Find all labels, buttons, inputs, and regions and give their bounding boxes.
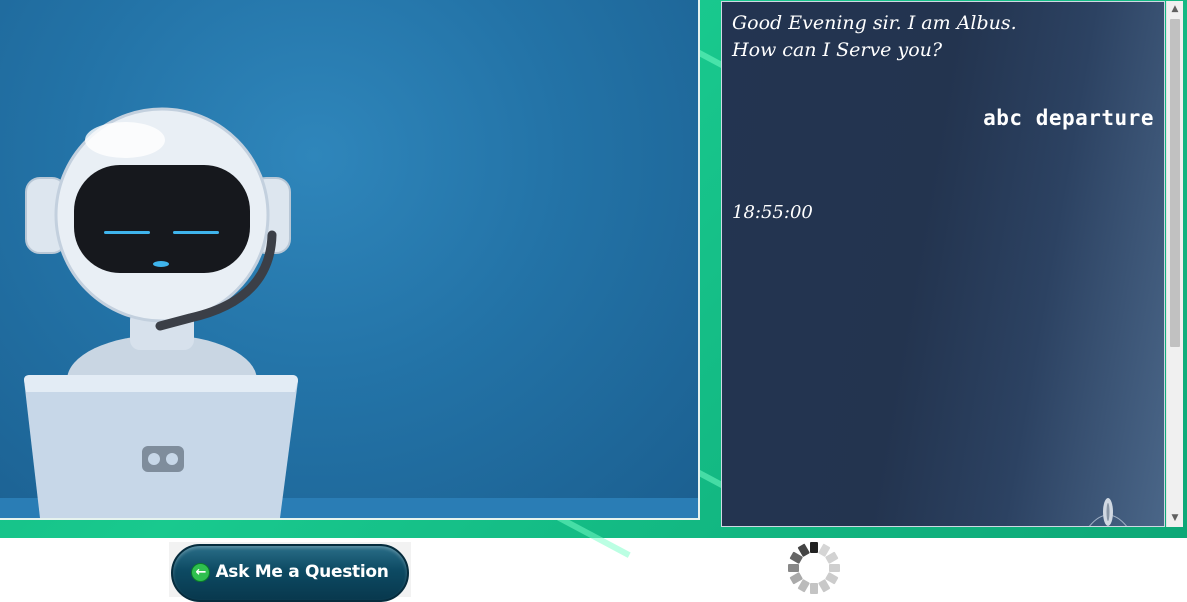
robot-scene (0, 0, 700, 520)
rocket-icon (1089, 498, 1127, 526)
bot-greeting-message: Good Evening sir. I am Albus. How can I … (732, 10, 1092, 64)
loading-spinner-icon (788, 542, 840, 594)
ask-button-container: ← Ask Me a Question (169, 542, 411, 602)
chat-scrollbar[interactable]: ▲ ▼ (1166, 1, 1183, 527)
arrow-left-icon: ← (191, 563, 211, 582)
scroll-up-icon[interactable]: ▲ (1167, 1, 1183, 18)
robot-illustration (24, 107, 298, 518)
greeting-line-1: Good Evening sir. I am Albus. (732, 12, 1017, 34)
chat-panel[interactable]: Good Evening sir. I am Albus. How can I … (721, 1, 1165, 527)
bot-reply-message: 18:55:00 (732, 202, 813, 223)
greeting-line-2: How can I Serve you? (732, 39, 943, 61)
user-message: abc departure (983, 106, 1154, 130)
ask-button-label: Ask Me a Question (215, 562, 389, 582)
scroll-down-icon[interactable]: ▼ (1167, 510, 1183, 527)
scroll-thumb[interactable] (1170, 19, 1180, 347)
ask-question-button[interactable]: ← Ask Me a Question (171, 544, 409, 602)
